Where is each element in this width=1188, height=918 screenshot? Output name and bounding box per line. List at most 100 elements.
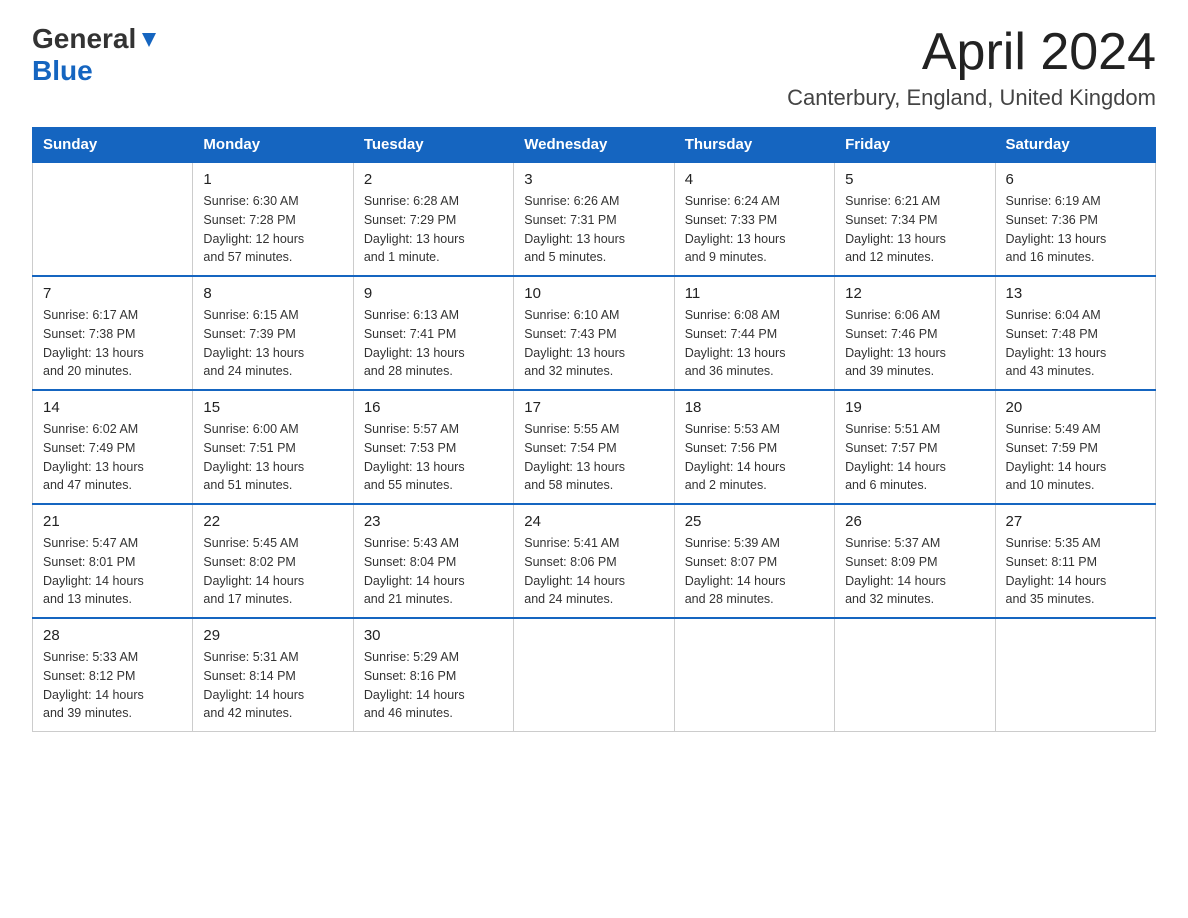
calendar-cell: 1 Sunrise: 6:30 AM Sunset: 7:28 PM Daylig…: [193, 162, 353, 276]
day-number: 10: [524, 285, 663, 302]
weekday-header-wednesday: Wednesday: [514, 128, 674, 163]
week-row-1: 1 Sunrise: 6:30 AM Sunset: 7:28 PM Daylig…: [33, 162, 1156, 276]
weekday-header-saturday: Saturday: [995, 128, 1155, 163]
title-block: April 2024 Canterbury, England, United K…: [787, 24, 1156, 111]
day-number: 16: [364, 399, 503, 416]
day-number: 27: [1006, 513, 1145, 530]
day-number: 11: [685, 285, 824, 302]
calendar-cell: 21 Sunrise: 5:47 AM Sunset: 8:01 PM Dayli…: [33, 504, 193, 618]
calendar-cell: 3Sunrise: 6:26 AM Sunset: 7:31 PM Daylig…: [514, 162, 674, 276]
day-number: 15: [203, 399, 342, 416]
day-number: 26: [845, 513, 984, 530]
week-row-4: 21 Sunrise: 5:47 AM Sunset: 8:01 PM Dayli…: [33, 504, 1156, 618]
week-row-2: 7 Sunrise: 6:17 AM Sunset: 7:38 PM Daylig…: [33, 276, 1156, 390]
day-info: Sunrise: 6:30 AM Sunset: 7:28 PM Dayligh…: [203, 192, 342, 267]
day-number: 30: [364, 627, 503, 644]
day-number: 28: [43, 627, 182, 644]
calendar-cell: 12 Sunrise: 6:06 AM Sunset: 7:46 PM Dayli…: [835, 276, 995, 390]
day-info: Sunrise: 5:45 AM Sunset: 8:02 PM Dayligh…: [203, 534, 342, 609]
logo-arrow-icon: [138, 29, 160, 51]
day-info: Sunrise: 6:08 AM Sunset: 7:44 PM Dayligh…: [685, 306, 824, 381]
day-number: 6: [1006, 171, 1145, 188]
calendar-cell: 25 Sunrise: 5:39 AM Sunset: 8:07 PM Dayli…: [674, 504, 834, 618]
day-info: Sunrise: 6:21 AM Sunset: 7:34 PM Dayligh…: [845, 192, 984, 267]
day-info: Sunrise: 6:17 AM Sunset: 7:38 PM Dayligh…: [43, 306, 182, 381]
day-number: 18: [685, 399, 824, 416]
day-info: Sunrise: 5:55 AM Sunset: 7:54 PM Dayligh…: [524, 420, 663, 495]
calendar-table: SundayMondayTuesdayWednesdayThursdayFrid…: [32, 127, 1156, 732]
day-info: Sunrise: 5:29 AM Sunset: 8:16 PM Dayligh…: [364, 648, 503, 723]
day-info: Sunrise: 6:02 AM Sunset: 7:49 PM Dayligh…: [43, 420, 182, 495]
day-number: 21: [43, 513, 182, 530]
calendar-cell: 9 Sunrise: 6:13 AM Sunset: 7:41 PM Daylig…: [353, 276, 513, 390]
day-number: 7: [43, 285, 182, 302]
day-info: Sunrise: 5:51 AM Sunset: 7:57 PM Dayligh…: [845, 420, 984, 495]
day-info: Sunrise: 6:19 AM Sunset: 7:36 PM Dayligh…: [1006, 192, 1145, 267]
calendar-cell: 6 Sunrise: 6:19 AM Sunset: 7:36 PM Daylig…: [995, 162, 1155, 276]
calendar-cell: [995, 618, 1155, 732]
calendar-cell: 17Sunrise: 5:55 AM Sunset: 7:54 PM Dayli…: [514, 390, 674, 504]
day-info: Sunrise: 5:35 AM Sunset: 8:11 PM Dayligh…: [1006, 534, 1145, 609]
calendar-cell: [514, 618, 674, 732]
calendar-cell: 2 Sunrise: 6:28 AM Sunset: 7:29 PM Daylig…: [353, 162, 513, 276]
day-info: Sunrise: 5:49 AM Sunset: 7:59 PM Dayligh…: [1006, 420, 1145, 495]
day-info: Sunrise: 6:13 AM Sunset: 7:41 PM Dayligh…: [364, 306, 503, 381]
day-number: 24: [524, 513, 663, 530]
calendar-cell: 7 Sunrise: 6:17 AM Sunset: 7:38 PM Daylig…: [33, 276, 193, 390]
day-info: Sunrise: 6:15 AM Sunset: 7:39 PM Dayligh…: [203, 306, 342, 381]
calendar-cell: 16 Sunrise: 5:57 AM Sunset: 7:53 PM Dayli…: [353, 390, 513, 504]
calendar-cell: 15 Sunrise: 6:00 AM Sunset: 7:51 PM Dayli…: [193, 390, 353, 504]
day-number: 25: [685, 513, 824, 530]
logo-blue-text: Blue: [32, 55, 93, 87]
day-info: Sunrise: 5:47 AM Sunset: 8:01 PM Dayligh…: [43, 534, 182, 609]
day-number: 19: [845, 399, 984, 416]
location-title: Canterbury, England, United Kingdom: [787, 85, 1156, 111]
weekday-header-thursday: Thursday: [674, 128, 834, 163]
calendar-cell: 24 Sunrise: 5:41 AM Sunset: 8:06 PM Dayli…: [514, 504, 674, 618]
week-row-5: 28 Sunrise: 5:33 AM Sunset: 8:12 PM Dayli…: [33, 618, 1156, 732]
day-number: 5: [845, 171, 984, 188]
calendar-cell: 14 Sunrise: 6:02 AM Sunset: 7:49 PM Dayli…: [33, 390, 193, 504]
day-number: 29: [203, 627, 342, 644]
weekday-header-tuesday: Tuesday: [353, 128, 513, 163]
day-info: Sunrise: 6:06 AM Sunset: 7:46 PM Dayligh…: [845, 306, 984, 381]
calendar-cell: 5 Sunrise: 6:21 AM Sunset: 7:34 PM Daylig…: [835, 162, 995, 276]
calendar-cell: 22Sunrise: 5:45 AM Sunset: 8:02 PM Dayli…: [193, 504, 353, 618]
calendar-cell: 18 Sunrise: 5:53 AM Sunset: 7:56 PM Dayli…: [674, 390, 834, 504]
calendar-cell: [33, 162, 193, 276]
day-info: Sunrise: 5:31 AM Sunset: 8:14 PM Dayligh…: [203, 648, 342, 723]
day-info: Sunrise: 5:41 AM Sunset: 8:06 PM Dayligh…: [524, 534, 663, 609]
calendar-cell: 4Sunrise: 6:24 AM Sunset: 7:33 PM Daylig…: [674, 162, 834, 276]
day-number: 9: [364, 285, 503, 302]
day-number: 13: [1006, 285, 1145, 302]
calendar-header-row: SundayMondayTuesdayWednesdayThursdayFrid…: [33, 128, 1156, 163]
day-info: Sunrise: 6:10 AM Sunset: 7:43 PM Dayligh…: [524, 306, 663, 381]
calendar-cell: 13 Sunrise: 6:04 AM Sunset: 7:48 PM Dayli…: [995, 276, 1155, 390]
calendar-cell: 27 Sunrise: 5:35 AM Sunset: 8:11 PM Dayli…: [995, 504, 1155, 618]
weekday-header-monday: Monday: [193, 128, 353, 163]
month-title: April 2024: [787, 24, 1156, 81]
day-number: 4: [685, 171, 824, 188]
day-number: 20: [1006, 399, 1145, 416]
day-number: 2: [364, 171, 503, 188]
calendar-cell: 20 Sunrise: 5:49 AM Sunset: 7:59 PM Dayli…: [995, 390, 1155, 504]
day-number: 12: [845, 285, 984, 302]
calendar-cell: 23Sunrise: 5:43 AM Sunset: 8:04 PM Dayli…: [353, 504, 513, 618]
day-info: Sunrise: 5:53 AM Sunset: 7:56 PM Dayligh…: [685, 420, 824, 495]
calendar-cell: 19 Sunrise: 5:51 AM Sunset: 7:57 PM Dayli…: [835, 390, 995, 504]
day-number: 1: [203, 171, 342, 188]
day-number: 14: [43, 399, 182, 416]
logo-general-text: General: [32, 24, 136, 55]
day-info: Sunrise: 5:33 AM Sunset: 8:12 PM Dayligh…: [43, 648, 182, 723]
calendar-cell: 28 Sunrise: 5:33 AM Sunset: 8:12 PM Dayli…: [33, 618, 193, 732]
calendar-cell: [835, 618, 995, 732]
week-row-3: 14 Sunrise: 6:02 AM Sunset: 7:49 PM Dayli…: [33, 390, 1156, 504]
day-info: Sunrise: 6:28 AM Sunset: 7:29 PM Dayligh…: [364, 192, 503, 267]
day-info: Sunrise: 6:00 AM Sunset: 7:51 PM Dayligh…: [203, 420, 342, 495]
day-info: Sunrise: 5:57 AM Sunset: 7:53 PM Dayligh…: [364, 420, 503, 495]
weekday-header-sunday: Sunday: [33, 128, 193, 163]
page-header: General Blue April 2024 Canterbury, Engl…: [32, 24, 1156, 111]
day-info: Sunrise: 5:39 AM Sunset: 8:07 PM Dayligh…: [685, 534, 824, 609]
day-info: Sunrise: 6:04 AM Sunset: 7:48 PM Dayligh…: [1006, 306, 1145, 381]
day-info: Sunrise: 5:37 AM Sunset: 8:09 PM Dayligh…: [845, 534, 984, 609]
